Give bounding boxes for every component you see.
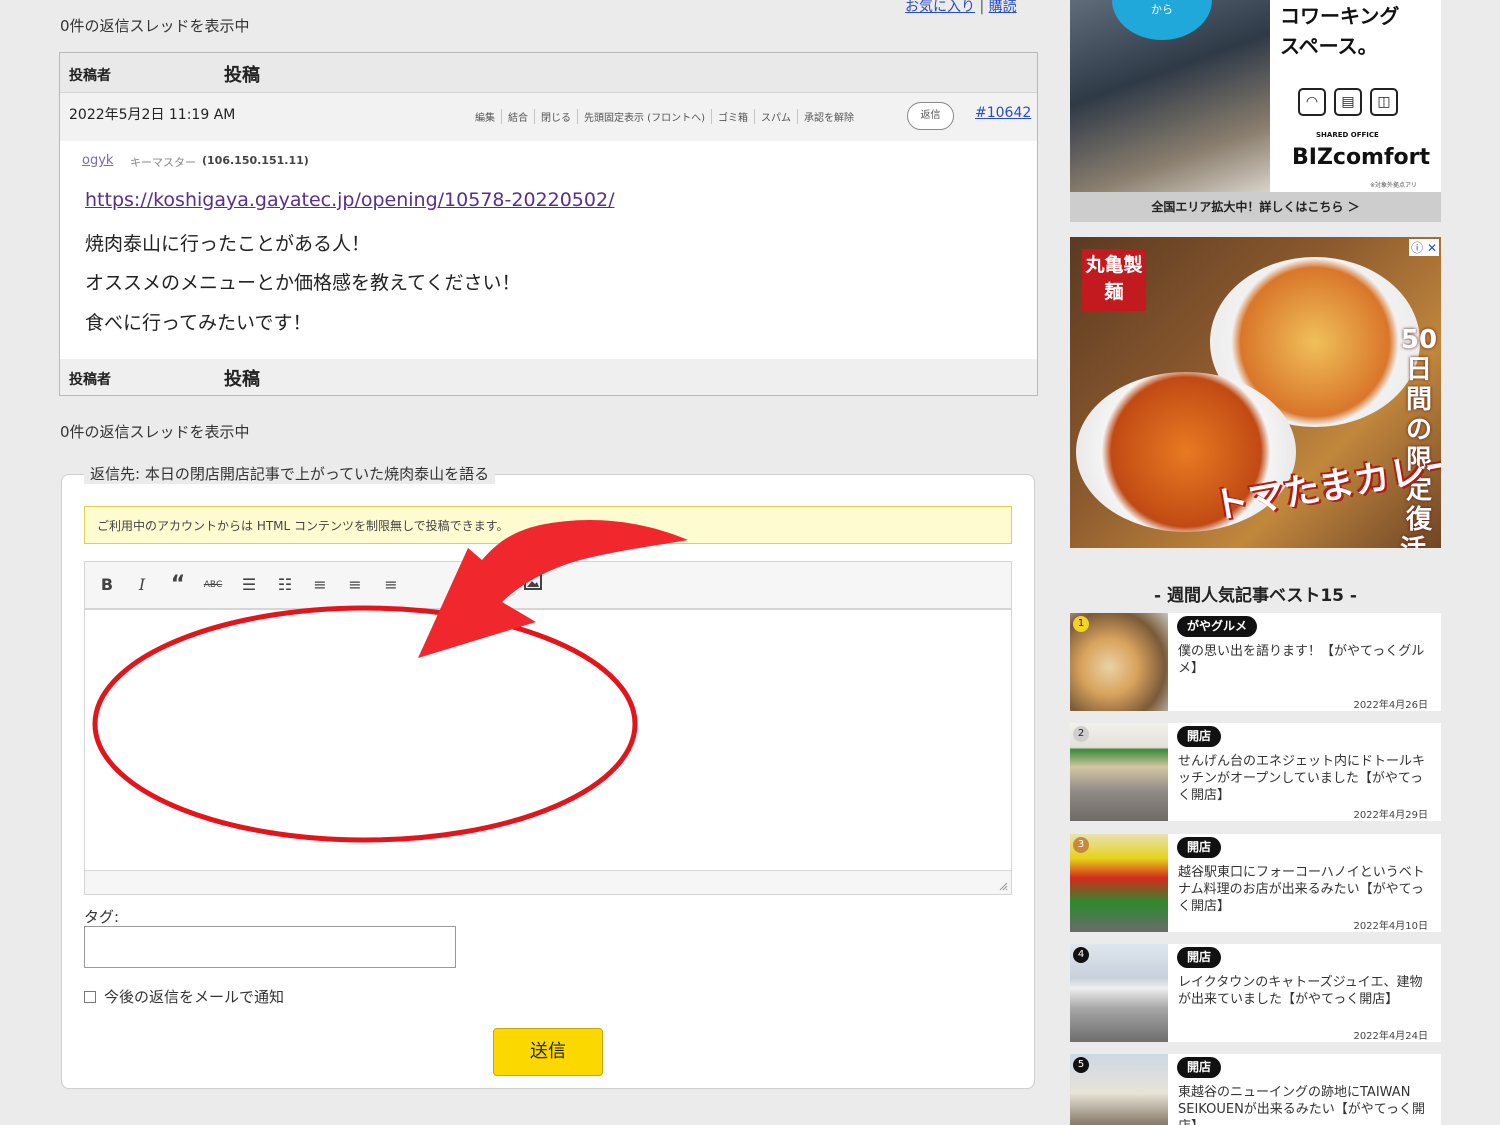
article-date: 2022年4月26日 — [1353, 700, 1428, 711]
align-right-icon[interactable]: ≡ — [380, 574, 402, 596]
editor-toolbar: B I “ ABC ☰ ☷ ≡ ≡ ≡ — [84, 561, 1012, 609]
ranking-card[interactable]: 1 がやグルメ 僕の思い出を語ります！【がやてっくグルメ】 2022年4月26日 — [1070, 613, 1441, 711]
ad-cta-strip[interactable]: 全国エリア拡大中！詳しくはこちら ＞ — [1070, 192, 1441, 222]
strikethrough-icon[interactable]: ABC — [202, 574, 224, 596]
admin-link-trash[interactable]: ゴミ箱 — [712, 109, 755, 124]
admin-link-merge[interactable]: 結合 — [502, 109, 535, 124]
bullet-list-icon[interactable]: ☰ — [238, 574, 260, 596]
footer-author: 投稿者 — [69, 372, 111, 388]
rank-badge: 5 — [1073, 1057, 1089, 1073]
admin-link-unapprove[interactable]: 承認を解除 — [798, 109, 860, 124]
post-meta: 2022年5月2日 11:19 AM 編集 結合 閉じる 先頭固定表示 (フロン… — [60, 93, 1037, 141]
ad-marugame[interactable]: 丸亀製麺 ⓘ ✕ 50日間の限定復活。 トマたまカレーうどん — [1070, 237, 1441, 548]
resize-handle-icon[interactable] — [998, 881, 1008, 891]
ad-tagline: 50日間の限定復活。 — [1400, 325, 1441, 548]
article-title[interactable]: レイクタウンのキャトーズジュイエ、建物が出来ていました【がやてっく開店】 — [1178, 974, 1428, 1008]
rank-badge: 1 — [1073, 616, 1089, 632]
ad-fine-print: ※対象外拠点アリ — [1370, 182, 1418, 189]
author-role: キーマスター — [130, 156, 196, 169]
author-link[interactable]: ogyk — [82, 153, 113, 168]
ad-brand: BIZcomfort — [1292, 145, 1431, 170]
header-author: 投稿者 — [69, 68, 111, 84]
notify-option[interactable]: 今後の返信をメールで通知 — [84, 986, 284, 1007]
ad-icons: ◠ ▤ ◫ — [1298, 88, 1398, 116]
link-separator: | — [979, 0, 985, 15]
post-number-link[interactable]: #10642 — [975, 105, 1031, 121]
reply-editor[interactable] — [84, 609, 1012, 871]
ad-logo: 丸亀製麺 — [1082, 249, 1146, 311]
author-ip: (106.150.151.11) — [202, 154, 309, 167]
admin-link-sticky[interactable]: 先頭固定表示 (フロントへ) — [578, 109, 712, 124]
article-date: 2022年4月24日 — [1353, 1031, 1428, 1042]
footer-post: 投稿 — [224, 369, 260, 390]
category-badge[interactable]: がやグルメ — [1177, 616, 1258, 637]
category-badge[interactable]: 開店 — [1177, 726, 1222, 747]
ranking-card[interactable]: 3 開店 越谷駅東口にフォーコーハノイというベトナム料理のお店が出来るみたい【が… — [1070, 834, 1441, 932]
thread-count-top: 0件の返信スレッドを表示中 — [60, 17, 250, 35]
ranking-card[interactable]: 2 開店 せんげん台のエネジェット内にドトールキッチンがオープンしていました【が… — [1070, 723, 1441, 821]
ad-bizcomfort[interactable]: から コワーキング スペース。 ◠ ▤ ◫ SHARED OFFICE BIZc… — [1070, 0, 1441, 222]
reply-legend: 返信先: 本日の閉店開店記事で上がっていた焼肉泰山を語る — [84, 463, 496, 484]
article-title[interactable]: 東越谷のニューイングの跡地にTAIWAN SEIKOUENが出来るみたい【がやて… — [1178, 1084, 1428, 1125]
italic-icon[interactable]: I — [131, 574, 153, 596]
ad-shared-office: SHARED OFFICE — [1316, 131, 1379, 139]
editor-statusbar — [84, 870, 1012, 895]
post-line: オススメのメニューとか価格感を教えてください！ — [85, 272, 521, 294]
admin-link-close[interactable]: 閉じる — [535, 109, 578, 124]
tag-label: タグ: — [84, 908, 120, 926]
category-badge[interactable]: 開店 — [1177, 837, 1222, 858]
ad-close-icon[interactable]: ⓘ ✕ — [1409, 239, 1439, 256]
image-icon[interactable] — [522, 574, 544, 596]
quote-icon[interactable]: “ — [167, 574, 189, 596]
ranking-card[interactable]: 4 開店 レイクタウンのキャトーズジュイエ、建物が出来ていました【がやてっく開店… — [1070, 944, 1441, 1042]
subscribe-link[interactable]: 購読 — [989, 0, 1017, 15]
rank-badge: 3 — [1073, 837, 1089, 853]
tag-input[interactable] — [84, 926, 456, 968]
post-table: 投稿者 投稿 2022年5月2日 11:19 AM 編集 結合 閉じる 先頭固定… — [59, 52, 1038, 396]
article-title[interactable]: 僕の思い出を語ります！【がやてっくグルメ】 — [1178, 643, 1428, 677]
submit-button[interactable]: 送信 — [493, 1028, 603, 1076]
top-links: お気に入り | 購読 — [905, 0, 1017, 16]
post-date: 2022年5月2日 11:19 AM — [69, 107, 236, 123]
post-table-header: 投稿者 投稿 — [60, 53, 1037, 93]
category-badge[interactable]: 開店 — [1177, 947, 1222, 968]
reply-button[interactable]: 返信 — [907, 102, 954, 130]
notify-checkbox[interactable] — [84, 990, 96, 1003]
printer-icon: ▤ — [1334, 88, 1362, 116]
header-post: 投稿 — [224, 65, 260, 86]
article-title[interactable]: 越谷駅東口にフォーコーハノイというベトナム料理のお店が出来るみたい【がやてっく開… — [1178, 864, 1428, 915]
admin-link-spam[interactable]: スパム — [755, 109, 798, 124]
coffee-icon: ◫ — [1370, 88, 1398, 116]
article-title[interactable]: せんげん台のエネジェット内にドトールキッチンがオープンしていました【がやてっく開… — [1178, 753, 1428, 804]
align-center-icon[interactable]: ≡ — [344, 574, 366, 596]
post-table-footer: 投稿者 投稿 — [60, 359, 1037, 395]
post-link[interactable]: https://koshigaya.gayatec.jp/opening/105… — [85, 189, 614, 211]
align-left-icon[interactable]: ≡ — [309, 574, 331, 596]
wifi-icon: ◠ — [1298, 88, 1326, 116]
thread-count-bottom: 0件の返信スレッドを表示中 — [60, 423, 250, 441]
html-notice: ご利用中のアカウントからは HTML コンテンツを制限無しで投稿できます。 — [84, 506, 1012, 544]
post-body: ogyk キーマスター (106.150.151.11) https://kos… — [60, 141, 1037, 359]
article-date: 2022年4月29日 — [1353, 810, 1428, 821]
admin-links: 編集 結合 閉じる 先頭固定表示 (フロントへ) ゴミ箱 スパム 承認を解除 — [469, 109, 860, 124]
weekly-ranking-title: - 週間人気記事ベスト15 - — [1154, 586, 1357, 606]
ad-headline: スペース。 — [1280, 34, 1378, 58]
admin-link-edit[interactable]: 編集 — [469, 109, 502, 124]
article-date: 2022年4月10日 — [1353, 921, 1428, 932]
ad-headline: コワーキング — [1280, 4, 1400, 28]
bold-icon[interactable]: B — [96, 574, 118, 596]
ranking-card[interactable]: 5 開店 東越谷のニューイングの跡地にTAIWAN SEIKOUENが出来るみた… — [1070, 1054, 1441, 1125]
post-line: 焼肉泰山に行ったことがある人！ — [85, 233, 371, 255]
rank-badge: 2 — [1073, 726, 1089, 742]
post-line: 食べに行ってみたいです！ — [85, 312, 312, 334]
rank-badge: 4 — [1073, 947, 1089, 963]
numbered-list-icon[interactable]: ☷ — [274, 574, 296, 596]
notify-label: 今後の返信をメールで通知 — [104, 988, 285, 1006]
favorite-link[interactable]: お気に入り — [905, 0, 975, 15]
category-badge[interactable]: 開店 — [1177, 1057, 1222, 1078]
